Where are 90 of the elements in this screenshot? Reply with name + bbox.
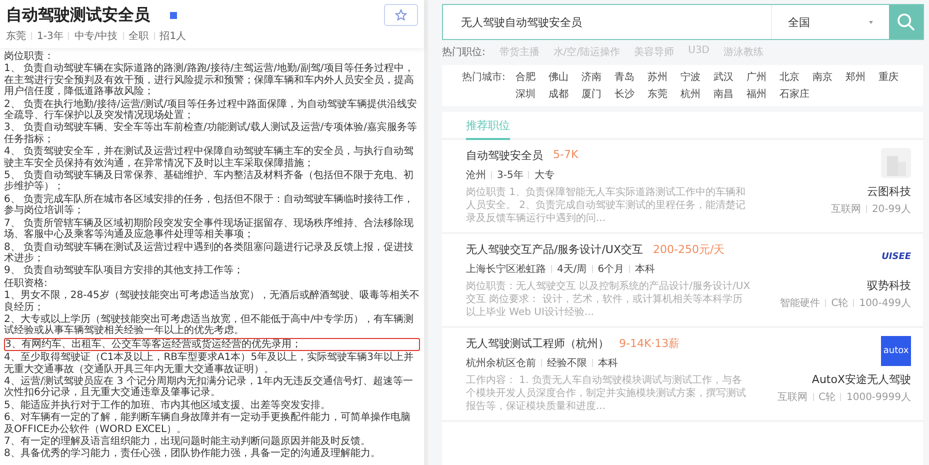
- job-meta: 全职: [128, 30, 149, 43]
- requirement-text: 3、 负责自动驾驶车辆、安全车等出车前检查/功能测试/载人测试及运营/专项体验/嘉宾服务等任务指标；: [4, 122, 418, 146]
- city-link[interactable]: 石家庄: [779, 87, 810, 101]
- job-meta: 招1人: [160, 30, 186, 43]
- company-name[interactable]: 云图科技: [867, 184, 911, 199]
- job-tag: 大专: [534, 168, 554, 182]
- section-heading: 任职资格:: [4, 278, 48, 290]
- job-name[interactable]: 无人驾驶测试工程师（杭州）: [466, 336, 609, 351]
- requirement-text: 6、 负责完成车队所在城市各区域安排的任务，包括但不限于：自动驾驶车辆临时接待工作，参与岗位培训等；: [4, 194, 415, 217]
- job-tag: 3-5年: [497, 168, 524, 182]
- search-icon: [896, 12, 916, 32]
- city-link[interactable]: 广州: [746, 70, 766, 84]
- requirement-text: 4、至少取得驾驶证（C1本及以上，RB车型要求A1本）5年及以上，实际驾驶车辆3年以上并无重大交通事故（交通队开具三年内无重大交通事故证明）。: [4, 352, 414, 375]
- city-link[interactable]: 南昌: [713, 87, 734, 101]
- job-title: 自动驾驶测试安全员: [6, 4, 150, 26]
- city-link[interactable]: 郑州: [845, 70, 866, 84]
- favorite-button[interactable]: [384, 4, 418, 26]
- requirement-text: 9、 负责自动驾驶车队项目方安排的其他支持工作等；: [4, 265, 245, 277]
- city-link[interactable]: 重庆: [878, 70, 898, 84]
- job-meta: 东莞: [6, 30, 26, 43]
- company-tag: 智能硬件: [780, 296, 820, 310]
- requirement-text: 7、有一定的理解及语言组织能力，出现问题时能主动判断问题原因并能及时反馈。: [4, 436, 372, 448]
- city-link[interactable]: 长沙: [614, 87, 634, 101]
- job-tag: 本科: [635, 262, 656, 276]
- job-meta: 中专/中技: [74, 30, 118, 43]
- requirement-text: 8、具备优秀的学习能力，责任心强，团队协作能力强，具备一定的沟通及理解能力。: [4, 448, 382, 460]
- salary: 9-14K·13薪: [619, 336, 680, 351]
- requirement-text: 6、对车辆有一定的了解，能判断车辆自身故障并有一定动手更换配件能力，可简单操作电脑及OFFICE办公软件（WORD EXCEL）。: [4, 412, 412, 435]
- company-tag: 100-499人: [859, 296, 911, 310]
- job-description: 工作内容： 1. 负责无人车自动驾驶模块调试与测试工作，与各个模块开发人员深度合作，制定并实施模块测试方案，撰写测试报告等，保证模块质量和进度...: [466, 374, 747, 413]
- requirement-text: 4、 负责驾驶安全车，并在测试及运营过程中保障自动驾驶车辆主车的安全员，与执行自动驾驶主车安全员保持有效沟通，在异常情况下及时以主车采取保障措施；: [4, 146, 415, 170]
- city-link[interactable]: 南京: [812, 70, 832, 84]
- company-name[interactable]: 驭势科技: [867, 278, 911, 293]
- hot-cities-label: 热门城市:: [462, 70, 506, 85]
- requirement-text: 3、有网约车、出租车、公交车等客运经营或货运经营的优先录用；: [4, 338, 420, 352]
- search-button[interactable]: [889, 5, 923, 39]
- job-tag: 沧州: [466, 168, 486, 182]
- company-tag: 互联网: [778, 390, 808, 404]
- job-meta: 1-3年: [37, 30, 64, 43]
- city-link[interactable]: 佛山: [548, 70, 568, 84]
- requirement-text: 7、 负责所管辖车辆及区域初期阶段突发安全事件现场证据留存、现场秩序维持、合法移除现场、客服中心及乘客等沟通及应急事件处理等相关事项；: [4, 218, 415, 240]
- hot-jobs-label: 热门职位:: [442, 46, 486, 59]
- city-link[interactable]: 厦门: [581, 87, 602, 101]
- job-name[interactable]: 自动驾驶安全员: [466, 148, 543, 163]
- company-logo: autox: [881, 336, 911, 366]
- job-tag: 4天/周: [557, 262, 587, 276]
- company-tag: 互联网: [830, 202, 861, 216]
- job-tag: 6个月: [598, 262, 624, 276]
- city-link[interactable]: 宁波: [680, 70, 700, 84]
- requirement-text: 1、男女不限，28-45岁（驾驶技能突出可考虑适当放宽），无酒后或醉酒驾驶、吸毒等相关不良经历；: [4, 290, 420, 313]
- salary: 5-7K: [553, 148, 578, 163]
- requirement-text: 5、能适应并执行对于工作的加班、市内其他区域支援、出差等突发安排。: [4, 400, 332, 412]
- company-tag: 1000-9999人: [846, 390, 911, 404]
- city-link[interactable]: 杭州: [680, 87, 700, 101]
- city-link[interactable]: 福州: [746, 87, 766, 101]
- building-icon: [881, 148, 911, 178]
- city-link[interactable]: 成都: [548, 87, 568, 101]
- job-description: 岗位职责 1、负责保障智能无人车实际道路测试工作中的车辆和人员安全。 2、负责完成自动驾驶车测试的里程任务，能清楚记录及反馈车辆运行中遇到的问...: [466, 186, 747, 225]
- job-name[interactable]: 无人驾驶交互产品/服务设计/UX交互: [466, 242, 643, 257]
- requirement-text: 1、 负责自动驾驶车辆在实际道路的路测/路跑/接待/主驾运营/地勤/副驾/项目等任务过程中，在主驾进行安全预判及有效干预，进行风险提示和预警；保障车辆和车内外人员安全员，提高用户信任度，降低道路事故风险；: [4, 63, 415, 98]
- city-link[interactable]: 深圳: [515, 87, 536, 101]
- city-link[interactable]: 苏州: [647, 70, 668, 84]
- city-link[interactable]: 武汉: [713, 70, 734, 84]
- section-heading: 岗位职责：: [4, 51, 55, 62]
- search-field[interactable]: 无人驾驶自动驾驶安全员: [443, 5, 771, 39]
- search-bar[interactable]: 无人驾驶自动驾驶安全员 全国: [442, 4, 924, 40]
- city-link[interactable]: 东莞: [647, 87, 668, 101]
- city-link[interactable]: 北京: [779, 70, 800, 84]
- salary: 200-250元/天: [653, 242, 725, 257]
- requirement-text: 5、 负责自动驾驶车辆及日常保养、基础维护、车内整洁及材料齐备（包括但不限于充电、初步维护等）；: [4, 170, 415, 193]
- job-tag: 经验不限: [547, 356, 587, 370]
- job-tag: 上海长宁区淞虹路: [466, 262, 546, 276]
- requirement-text: 2、 负责在执行地勤/接待/运营/测试/项目等任务过程中路面保障，为自动驾驶车辆提供沿线安全疏导、行车保护以及突发情况现场处置；: [4, 98, 418, 122]
- requirement-text: 4、运营/测试驾驶员应在 3 个记分周期内无扣满分记录，1年内无违反交通信号灯、超速等一次性扣6分记录，且无重大交通违章及肇事记录。: [4, 376, 414, 399]
- city-link[interactable]: 合肥: [515, 70, 536, 84]
- job-tag: 本科: [598, 356, 618, 370]
- company-tag: 20-99人: [872, 202, 911, 216]
- caret-icon: [869, 20, 873, 24]
- requirement-text: 2、大专或以上学历（驾驶技能突出可考虑适当放宽，但不能低于高中/中专学历），有车辆测试经验或从事车辆驾驶相关经验一年以上的优先考虑。: [4, 314, 415, 337]
- job-description: 岗位职责：无人驾驶交互 以及控制系统的产品设计/服务设计/UX交互 岗位要求： 设计，艺术，软件，或计算机相关等本科学历以上毕业 Web UI设计经验...: [466, 280, 751, 319]
- company-name[interactable]: AutoX安途无人驾驶: [812, 372, 911, 387]
- square-icon: [170, 12, 177, 18]
- company-tag: C轮: [831, 296, 848, 310]
- company-logo: UISEE: [882, 252, 911, 262]
- star-icon: [395, 9, 407, 21]
- job-tag: 杭州余杭区仓前: [466, 356, 536, 370]
- city-link[interactable]: 青岛: [614, 70, 634, 84]
- requirement-text: 8、 负责自动驾驶车辆在测试及运营过程中遇到的各类阻塞问题进行记录及反馈上报，促进技术进步；: [4, 242, 415, 264]
- city-link[interactable]: 济南: [581, 70, 602, 84]
- company-tag: C轮: [818, 390, 836, 404]
